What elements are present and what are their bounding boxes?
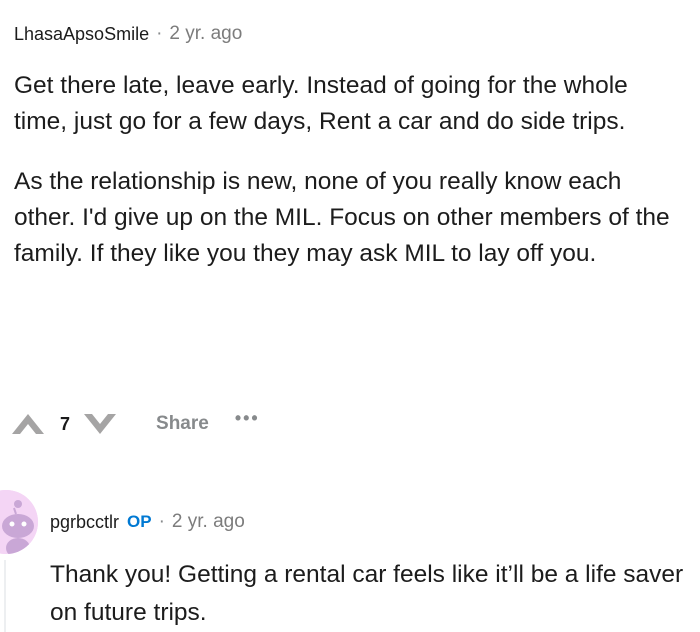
op-badge: OP <box>127 512 152 531</box>
thread-line[interactable] <box>4 560 6 632</box>
comment-author[interactable]: LhasaApsoSmile <box>14 24 149 45</box>
avatar-icon <box>0 490 38 554</box>
share-button[interactable]: Share <box>156 413 209 435</box>
snoo-avatar[interactable] <box>0 490 38 554</box>
comment-paragraph: Get there late, leave early. Instead of … <box>14 72 628 135</box>
comment-author[interactable]: pgrbcctlr <box>50 512 119 533</box>
comment-paragraph: Thank you! Getting a rental car feels li… <box>50 561 684 626</box>
meta-separator: · <box>156 23 163 44</box>
comment-paragraph: As the relationship is new, none of you … <box>14 168 670 267</box>
comment-header: pgrbcctlr OP · 2 yr. ago <box>50 508 245 536</box>
comment-header: LhasaApsoSmile · 2 yr. ago <box>14 20 242 48</box>
comment-timestamp[interactable]: 2 yr. ago <box>172 511 245 533</box>
comment-body: Get there late, leave early. Instead of … <box>14 68 686 272</box>
more-options-icon[interactable]: ••• <box>235 408 260 429</box>
comment-body: Thank you! Getting a rental car feels li… <box>50 556 690 632</box>
comment-timestamp[interactable]: 2 yr. ago <box>169 23 242 45</box>
meta-separator: · <box>158 511 165 532</box>
downvote-arrow-icon[interactable] <box>82 410 118 438</box>
upvote-arrow-icon[interactable] <box>10 410 46 438</box>
comment-actions: 7 Share ••• <box>10 404 260 444</box>
vote-score: 7 <box>60 413 71 434</box>
